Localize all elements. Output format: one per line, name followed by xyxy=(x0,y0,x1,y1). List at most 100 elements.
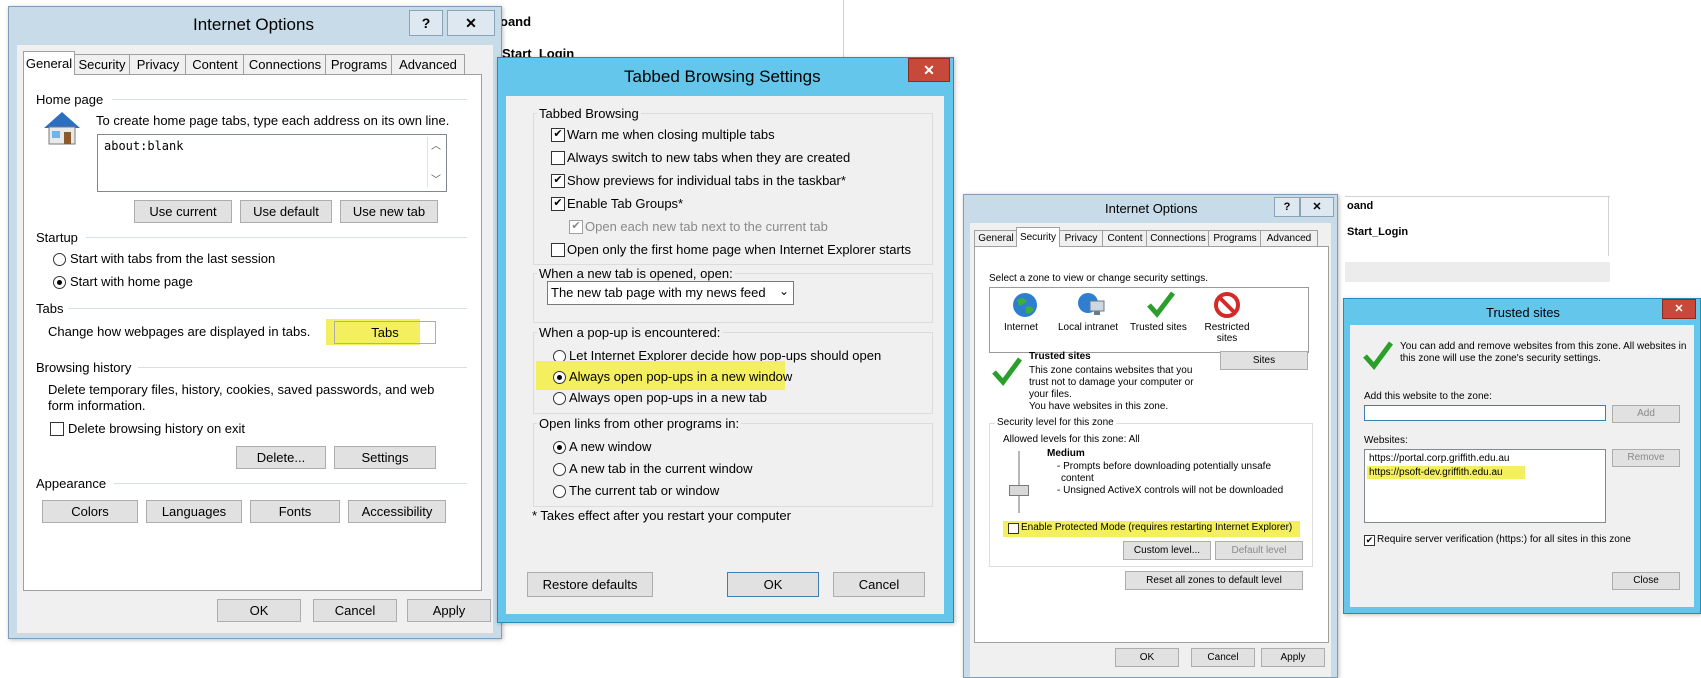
websites-label: Websites: xyxy=(1364,435,1408,446)
tab-connections[interactable]: Connections xyxy=(1146,230,1210,247)
protected-mode-checkbox[interactable] xyxy=(1008,523,1019,534)
checkmark-icon[interactable] xyxy=(1146,290,1176,318)
add-site-input[interactable] xyxy=(1364,405,1606,421)
require-https-checkbox[interactable]: ✔ xyxy=(1364,535,1375,546)
security-slider-thumb[interactable] xyxy=(1009,485,1029,496)
sites-button[interactable]: Sites xyxy=(1220,351,1308,370)
close-button[interactable]: ✕ xyxy=(1300,197,1334,217)
use-default-button[interactable]: Use default xyxy=(240,200,332,223)
tab-connections[interactable]: Connections xyxy=(243,54,327,75)
custom-level-button[interactable]: Custom level... xyxy=(1123,541,1211,560)
accessibility-button[interactable]: Accessibility xyxy=(348,500,446,523)
home-page-value: about:blank xyxy=(104,139,184,153)
cancel-button[interactable]: Cancel xyxy=(1191,648,1255,667)
tab-advanced[interactable]: Advanced xyxy=(1260,230,1318,247)
house-icon xyxy=(44,112,80,145)
tab-general[interactable]: General xyxy=(974,230,1018,247)
close-dialog-button[interactable]: Close xyxy=(1612,572,1680,590)
dialog-client: Tabbed Browsing ✔ Warn me when closing m… xyxy=(506,96,944,614)
links-new-tab-radio[interactable] xyxy=(553,463,566,476)
popup-new-window-radio[interactable] xyxy=(553,371,566,384)
close-button[interactable]: ✕ xyxy=(1662,299,1696,319)
website-item[interactable]: https://psoft-dev.griffith.edu.au xyxy=(1369,467,1503,478)
protected-mode-label: Enable Protected Mode (requires restarti… xyxy=(1021,522,1293,533)
tab-general[interactable]: General xyxy=(23,51,75,75)
settings-button[interactable]: Settings xyxy=(334,446,436,469)
trusted-desc-line2: this zone will use the zone's security s… xyxy=(1400,353,1601,364)
chevron-down-icon[interactable]: ⌄ xyxy=(779,284,789,298)
delete-button[interactable]: Delete... xyxy=(236,446,326,469)
open-next-to-current-checkbox[interactable]: ✔ xyxy=(569,220,583,234)
restore-defaults-button[interactable]: Restore defaults xyxy=(527,572,653,597)
ok-button[interactable]: OK xyxy=(217,599,301,622)
ok-button[interactable]: OK xyxy=(1115,648,1179,667)
taskbar-previews-checkbox[interactable]: ✔ xyxy=(551,174,565,188)
globe-icon[interactable] xyxy=(1011,291,1039,319)
tab-content[interactable]: Content xyxy=(185,54,245,75)
apply-button[interactable]: Apply xyxy=(407,599,491,622)
use-new-tab-button[interactable]: Use new tab xyxy=(340,200,438,223)
local-intranet-icon[interactable] xyxy=(1076,291,1106,319)
use-current-button[interactable]: Use current xyxy=(134,200,232,223)
chevron-down-icon[interactable]: ﹀ xyxy=(431,171,441,186)
divider xyxy=(86,237,467,238)
divider xyxy=(68,308,467,309)
cancel-button[interactable]: Cancel xyxy=(833,572,925,597)
add-button[interactable]: Add xyxy=(1612,405,1680,423)
apply-button[interactable]: Apply xyxy=(1261,648,1325,667)
textarea-scrollbar[interactable]: ︿ ﹀ xyxy=(427,137,444,187)
home-page-header: Home page xyxy=(36,92,104,107)
zone-restricted-sites-label[interactable]: Restricted sites xyxy=(1200,322,1254,344)
tabs-header: Tabs xyxy=(36,301,64,316)
tab-programs[interactable]: Programs xyxy=(325,54,393,75)
cancel-button[interactable]: Cancel xyxy=(313,599,397,622)
startup-last-session-radio[interactable] xyxy=(53,253,66,266)
remove-button[interactable]: Remove xyxy=(1612,449,1680,467)
home-page-textarea[interactable]: about:blank ︿ ﹀ xyxy=(97,134,447,192)
page-band xyxy=(1345,262,1610,282)
new-tab-select[interactable]: The new tab page with my news feed ⌄ xyxy=(547,281,794,305)
links-current-tab-label: The current tab or window xyxy=(569,483,720,498)
background-text: oand xyxy=(1347,200,1374,212)
security-slider-track[interactable] xyxy=(1018,451,1020,513)
allowed-levels: Allowed levels for this zone: All xyxy=(1003,434,1140,445)
warn-closing-tabs-checkbox[interactable]: ✔ xyxy=(551,128,565,142)
fonts-button[interactable]: Fonts xyxy=(250,500,340,523)
zone-trusted-sites-label[interactable]: Trusted sites xyxy=(1130,322,1187,333)
websites-list[interactable]: https://portal.corp.griffith.edu.au http… xyxy=(1364,449,1606,523)
trusted-desc-line1: You can add and remove websites from thi… xyxy=(1400,341,1687,352)
first-home-page-only-checkbox[interactable] xyxy=(551,243,565,257)
tab-security[interactable]: Security xyxy=(1016,227,1060,247)
tab-security[interactable]: Security xyxy=(73,54,131,75)
help-button[interactable]: ? xyxy=(409,10,443,36)
reset-zones-button[interactable]: Reset all zones to default level xyxy=(1125,571,1303,590)
ok-button[interactable]: OK xyxy=(727,572,819,597)
startup-home-page-radio[interactable] xyxy=(53,276,66,289)
delete-on-exit-checkbox[interactable] xyxy=(50,422,64,436)
languages-button[interactable]: Languages xyxy=(146,500,242,523)
zone-local-intranet-label[interactable]: Local intranet xyxy=(1058,322,1118,333)
tab-groups-checkbox[interactable]: ✔ xyxy=(551,197,565,211)
close-button[interactable]: ✕ xyxy=(447,10,495,36)
tab-privacy[interactable]: Privacy xyxy=(1058,230,1104,247)
restricted-icon[interactable] xyxy=(1213,291,1241,319)
tab-advanced[interactable]: Advanced xyxy=(391,54,465,75)
tab-programs[interactable]: Programs xyxy=(1208,230,1262,247)
window-title: Internet Options xyxy=(193,15,314,34)
help-button[interactable]: ? xyxy=(1274,197,1300,217)
tabs-button[interactable]: Tabs xyxy=(334,321,436,344)
website-item[interactable]: https://portal.corp.griffith.edu.au xyxy=(1369,453,1509,464)
colors-button[interactable]: Colors xyxy=(42,500,138,523)
default-level-button[interactable]: Default level xyxy=(1215,541,1303,560)
chevron-up-icon[interactable]: ︿ xyxy=(431,137,441,152)
home-page-desc: To create home page tabs, type each addr… xyxy=(96,113,450,128)
tab-content[interactable]: Content xyxy=(1102,230,1148,247)
first-home-page-only-label: Open only the first home page when Inter… xyxy=(567,242,911,257)
close-button[interactable]: ✕ xyxy=(908,58,950,82)
switch-to-new-tabs-checkbox[interactable] xyxy=(551,151,565,165)
zone-internet-label[interactable]: Internet xyxy=(1004,322,1038,333)
popup-new-tab-radio[interactable] xyxy=(553,392,566,405)
tab-privacy[interactable]: Privacy xyxy=(129,54,187,75)
links-new-window-radio[interactable] xyxy=(553,441,566,454)
links-current-tab-radio[interactable] xyxy=(553,485,566,498)
